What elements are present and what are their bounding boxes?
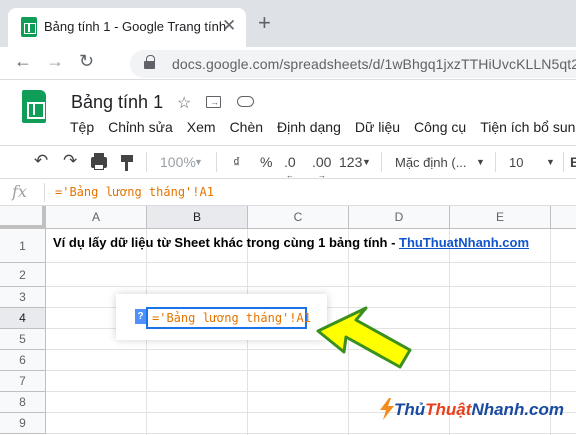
column-header-c[interactable]: C	[248, 206, 349, 229]
cloud-status-icon[interactable]	[237, 96, 254, 107]
reload-icon[interactable]: ↻	[79, 51, 94, 72]
watermark-logo: ThủThuậtNhanh.com	[394, 400, 564, 419]
column-header-f[interactable]	[551, 206, 576, 229]
zoom-chevron-icon[interactable]: ▼	[194, 157, 203, 167]
more-formats-chevron-icon[interactable]: ▼	[362, 157, 371, 167]
print-icon[interactable]	[91, 153, 107, 170]
font-size-select[interactable]: 10	[509, 155, 523, 170]
menu-data[interactable]: Dữ liệu	[355, 119, 400, 135]
sheets-favicon-icon	[21, 17, 37, 37]
move-folder-icon[interactable]: →	[206, 96, 221, 108]
back-icon[interactable]: ←	[14, 51, 32, 72]
row-header-5[interactable]: 5	[0, 329, 46, 350]
tab-title: Bảng tính 1 - Google Trang tính	[44, 19, 227, 34]
menu-view[interactable]: Xem	[187, 119, 216, 135]
new-tab-icon[interactable]: +	[258, 10, 271, 36]
font-chevron-icon[interactable]: ▼	[476, 157, 485, 167]
row-header-7[interactable]: 7	[0, 371, 46, 392]
formula-bar: fx ='Bảng lương tháng'!A1	[0, 179, 576, 206]
browser-tab-strip: Bảng tính 1 - Google Trang tính ✕ +	[0, 0, 576, 47]
bold-button[interactable]: B	[570, 154, 576, 170]
menu-insert[interactable]: Chèn	[230, 119, 263, 135]
currency-button[interactable]: ₫	[233, 154, 240, 170]
fx-icon: fx	[12, 182, 27, 201]
address-bar[interactable]: docs.google.com/spreadsheets/d/1wBhgq1jx…	[130, 50, 576, 78]
row-header-4[interactable]: 4	[0, 308, 46, 329]
cell-a1[interactable]: Ví dụ lấy dữ liệu từ Sheet khác trong cù…	[53, 235, 529, 250]
browser-nav-row: ← → ↻ docs.google.com/spreadsheets/d/1wB…	[0, 47, 576, 80]
menu-edit[interactable]: Chỉnh sửa	[108, 119, 173, 135]
lock-icon	[144, 55, 155, 69]
document-title[interactable]: Bảng tính 1	[71, 92, 163, 113]
select-all-corner[interactable]	[0, 206, 46, 229]
column-header-b[interactable]: B	[147, 206, 248, 229]
menu-tools[interactable]: Công cụ	[414, 119, 466, 135]
cell-b4-formula: ='Bảng lương tháng'!A1	[152, 311, 311, 325]
font-select[interactable]: Mặc định (...	[395, 155, 467, 170]
formula-input[interactable]: ='Bảng lương tháng'!A1	[55, 185, 214, 199]
cell-b4-editor[interactable]: ='Bảng lương tháng'!A1	[146, 307, 311, 329]
yellow-arrow-icon	[316, 306, 412, 369]
font-size-chevron-icon[interactable]: ▼	[546, 157, 555, 167]
sheets-logo-icon[interactable]	[22, 90, 46, 123]
row-header-6[interactable]: 6	[0, 350, 46, 371]
paint-format-icon[interactable]	[121, 155, 133, 171]
toolbar: ↶ ↷ 100% ▼ ₫ % .0 ← .00 → 123 ▼ Mặc định…	[0, 145, 576, 180]
redo-icon[interactable]: ↷	[63, 151, 77, 171]
star-icon[interactable]: ☆	[177, 93, 191, 113]
row-header-8[interactable]: 8	[0, 392, 46, 413]
column-header-e[interactable]: E	[450, 206, 551, 229]
menu-format[interactable]: Định dạng	[277, 119, 341, 135]
menu-file[interactable]: Tệp	[70, 119, 94, 135]
percent-button[interactable]: %	[260, 154, 272, 170]
cell-a1-link[interactable]: ThuThuatNhanh.com	[399, 235, 529, 250]
row-header-1[interactable]: 1	[0, 229, 46, 263]
row-header-3[interactable]: 3	[0, 287, 46, 308]
close-tab-icon[interactable]: ✕	[222, 16, 236, 36]
forward-icon[interactable]: →	[46, 51, 64, 72]
cell-a1-text: Ví dụ lấy dữ liệu từ Sheet khác trong cù…	[53, 235, 400, 250]
menu-addons[interactable]: Tiện ích bổ sung	[480, 119, 576, 135]
browser-tab[interactable]: Bảng tính 1 - Google Trang tính ✕	[8, 8, 246, 47]
row-header-2[interactable]: 2	[0, 263, 46, 287]
column-header-a[interactable]: A	[46, 206, 147, 229]
increase-decimal-button[interactable]: .00	[312, 154, 331, 170]
row-header-9[interactable]: 9	[0, 413, 46, 434]
url-text[interactable]: docs.google.com/spreadsheets/d/1wBhgq1jx…	[172, 56, 576, 72]
more-formats-button[interactable]: 123	[339, 154, 362, 170]
zoom-select[interactable]: 100%	[160, 154, 196, 170]
decrease-decimal-button[interactable]: .0	[284, 154, 296, 170]
undo-icon[interactable]: ↶	[34, 151, 48, 171]
column-header-d[interactable]: D	[349, 206, 450, 229]
menu-bar: Tệp Chỉnh sửa Xem Chèn Định dạng Dữ liệu Công …	[70, 119, 576, 135]
formula-help-icon[interactable]: ?	[135, 309, 146, 324]
